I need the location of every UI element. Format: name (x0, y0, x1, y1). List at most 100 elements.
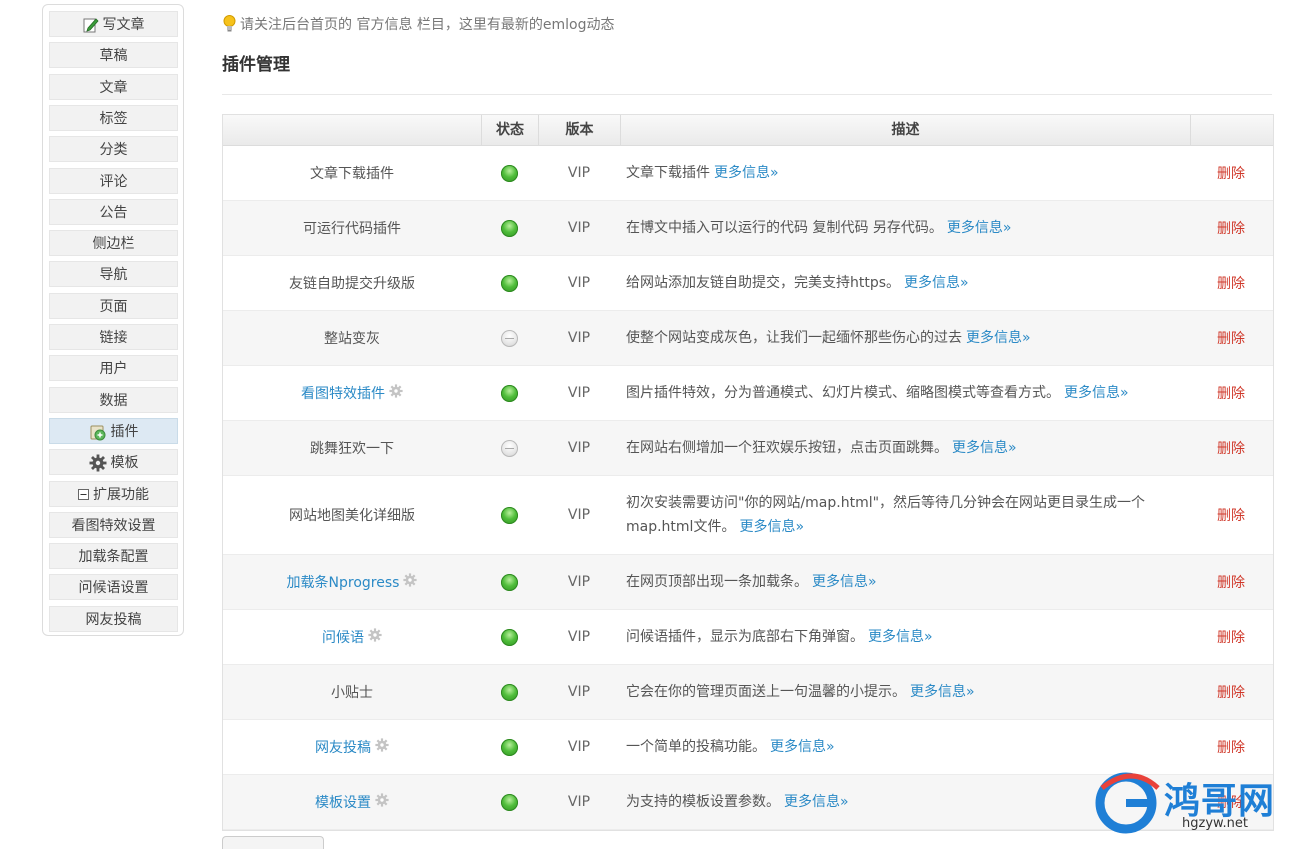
sidebar-item-17[interactable]: 加载条配置 (49, 543, 178, 570)
plugin-name: 整站变灰 (223, 311, 481, 365)
delete-link[interactable]: 删除 (1190, 476, 1272, 554)
plugin-name: 可运行代码插件 (223, 201, 481, 255)
enabled-status-icon[interactable] (501, 628, 518, 646)
plugin-name[interactable]: 看图特效插件 (223, 366, 481, 420)
delete-link[interactable]: 删除 (1190, 256, 1272, 310)
more-info-link[interactable]: 更多信息» (952, 440, 1017, 456)
plugin-name-text: 跳舞狂欢一下 (310, 441, 394, 457)
sidebar-item-14[interactable]: 模板 (49, 449, 178, 476)
plugin-name[interactable]: 问候语 (223, 610, 481, 664)
sidebar-item-19[interactable]: 网友投稿 (49, 605, 178, 632)
sidebar-item-18[interactable]: 问候语设置 (49, 574, 178, 601)
sidebar-item-3[interactable]: 标签 (49, 104, 178, 131)
more-info-link[interactable]: 更多信息» (947, 220, 1012, 236)
settings-gear-icon[interactable] (389, 384, 403, 402)
sidebar-item-5[interactable]: 评论 (49, 167, 178, 194)
plugin-version: VIP (567, 220, 591, 236)
enabled-status-icon[interactable] (501, 573, 518, 591)
plugin-description-text: 它会在你的管理页面送上一句温馨的小提示。 (626, 684, 906, 700)
plugin-description: 问候语插件，显示为底部右下角弹窗。 更多信息» (620, 610, 1190, 664)
sidebar-item-8[interactable]: 导航 (49, 261, 178, 288)
table-header: 状态 版本 描述 (223, 115, 1273, 146)
delete-link[interactable]: 删除 (1190, 665, 1272, 719)
disabled-status-icon[interactable] (501, 329, 518, 347)
sidebar-item-7[interactable]: 侧边栏 (49, 230, 178, 257)
more-info-link[interactable]: 更多信息» (868, 629, 933, 645)
table-row: 问候语 VIP 问候语插件，显示为底部右下角弹窗。 更多信息» 删除 (223, 610, 1273, 665)
enabled-status-icon[interactable] (501, 164, 518, 182)
plugin-description: 在博文中插入可以运行的代码 复制代码 另存代码。 更多信息» (620, 201, 1190, 255)
plugin-name[interactable]: 模板设置 (223, 775, 481, 829)
delete-link[interactable]: 删除 (1190, 720, 1272, 774)
plugin-description: 在网页顶部出现一条加载条。 更多信息» (620, 555, 1190, 609)
more-info-link[interactable]: 更多信息» (770, 739, 835, 755)
header-name (223, 115, 481, 145)
plugin-state (481, 256, 538, 310)
settings-gear-icon[interactable] (403, 573, 418, 591)
more-info-link[interactable]: 更多信息» (739, 519, 804, 535)
enabled-status-icon[interactable] (501, 683, 518, 701)
delete-link[interactable]: 删除 (1190, 366, 1272, 420)
more-info-link[interactable]: 更多信息» (966, 330, 1031, 346)
sidebar-item-16[interactable]: 看图特效设置 (49, 511, 178, 538)
plugin-state (481, 146, 538, 200)
delete-link[interactable]: 删除 (1190, 201, 1272, 255)
sidebar-item-10[interactable]: 链接 (49, 324, 178, 350)
plugin-version: VIP (567, 629, 591, 645)
delete-link[interactable]: 删除 (1190, 421, 1272, 475)
more-info-link[interactable]: 更多信息» (714, 165, 779, 181)
enabled-status-icon[interactable] (501, 738, 518, 756)
table-row: 网站地图美化详细版 VIP 初次安装需要访问"你的网站/map.html"，然后等待… (223, 476, 1273, 555)
header-version: 版本 (538, 115, 620, 145)
settings-gear-icon[interactable] (368, 628, 382, 646)
sidebar-item-1[interactable]: 草稿 (49, 42, 178, 69)
plugin-name-text[interactable]: 问候语 (322, 627, 364, 647)
sidebar-item-15[interactable]: 扩展功能 (49, 480, 178, 507)
sidebar-item-label: 插件 (110, 423, 139, 440)
enabled-status-icon[interactable] (501, 506, 518, 524)
sidebar-item-label: 分类 (99, 142, 128, 159)
more-info-link[interactable]: 更多信息» (910, 684, 975, 700)
page-title: 插件管理 (222, 55, 290, 75)
enabled-status-icon[interactable] (501, 274, 518, 292)
plugin-name-text[interactable]: 网友投稿 (315, 737, 371, 757)
settings-gear-icon[interactable] (375, 738, 389, 756)
more-info-link[interactable]: 更多信息» (812, 574, 877, 590)
sidebar-item-2[interactable]: 文章 (49, 73, 178, 100)
more-info-link[interactable]: 更多信息» (904, 275, 969, 291)
plugin-state (481, 366, 538, 420)
plugin-state (481, 311, 538, 365)
sidebar-item-11[interactable]: 用户 (49, 355, 178, 382)
table-row: 看图特效插件 VIP 图片插件特效，分为普通模式、幻灯片模式、缩略图模式等查看方式。… (223, 366, 1273, 421)
plugin-name[interactable]: 加载条Nprogress (223, 555, 481, 609)
more-info-link[interactable]: 更多信息» (1064, 385, 1129, 401)
disabled-status-icon[interactable] (501, 439, 518, 457)
plugin-version: VIP (567, 385, 591, 401)
lightbulb-icon (223, 15, 236, 36)
delete-link[interactable]: 删除 (1190, 555, 1272, 609)
sidebar-item-label: 文章 (99, 79, 128, 96)
bottom-button[interactable] (222, 836, 324, 849)
plugin-name-text[interactable]: 看图特效插件 (301, 383, 385, 403)
plugin-name-text[interactable]: 模板设置 (315, 792, 371, 812)
sidebar-item-13[interactable]: 插件 (49, 417, 178, 444)
plugin-name-text[interactable]: 加载条Nprogress (287, 572, 400, 592)
sidebar-item-label: 看图特效设置 (71, 517, 156, 534)
plugin-name[interactable]: 网友投稿 (223, 720, 481, 774)
sidebar-item-12[interactable]: 数据 (49, 386, 178, 413)
delete-link[interactable]: 删除 (1190, 146, 1272, 200)
sidebar-item-9[interactable]: 页面 (49, 292, 178, 319)
sidebar-item-0[interactable]: 写文章 (49, 11, 178, 37)
enabled-status-icon[interactable] (501, 219, 518, 237)
settings-gear-icon[interactable] (375, 793, 389, 811)
sidebar-item-6[interactable]: 公告 (49, 198, 178, 225)
more-info-link[interactable]: 更多信息» (784, 794, 849, 810)
delete-link[interactable]: 删除 (1190, 311, 1272, 365)
sidebar-item-label: 页面 (99, 298, 128, 315)
sidebar-item-4[interactable]: 分类 (49, 136, 178, 163)
plugin-state (481, 610, 538, 664)
enabled-status-icon[interactable] (501, 793, 518, 811)
enabled-status-icon[interactable] (501, 384, 518, 402)
sidebar-item-label: 数据 (99, 392, 128, 409)
delete-link[interactable]: 删除 (1190, 610, 1272, 664)
